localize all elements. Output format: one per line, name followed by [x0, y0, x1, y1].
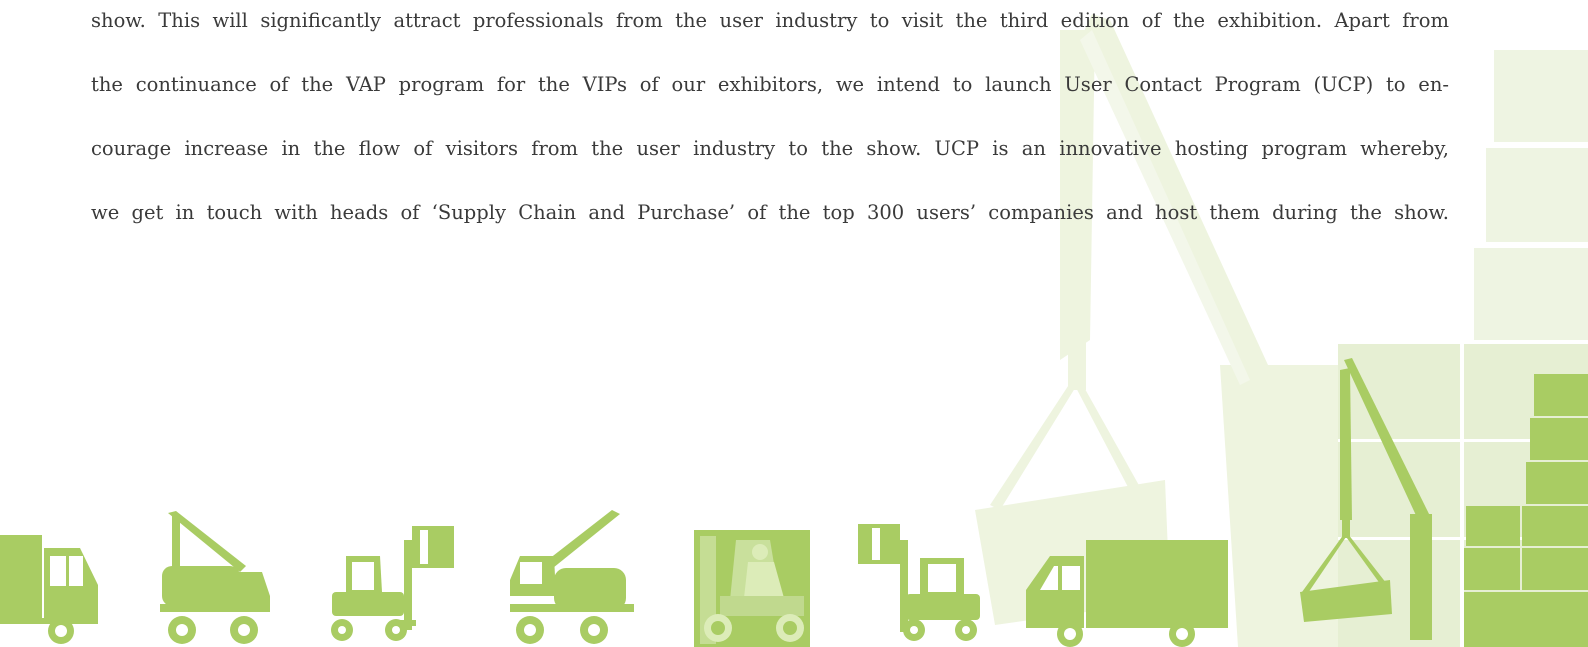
vehicle-icon-row	[0, 358, 1588, 647]
truck-icon	[0, 535, 98, 644]
forklift-icon	[331, 526, 454, 641]
stacked-boxes-icon	[1464, 374, 1588, 647]
box-truck-icon	[1026, 540, 1228, 647]
crane-truck-icon	[160, 511, 270, 644]
crane-truck-icon	[510, 510, 634, 644]
forklift-icon	[858, 524, 980, 641]
forklift-driver-photo	[694, 530, 810, 647]
crane-lifting-cargo-icon	[1300, 358, 1432, 640]
